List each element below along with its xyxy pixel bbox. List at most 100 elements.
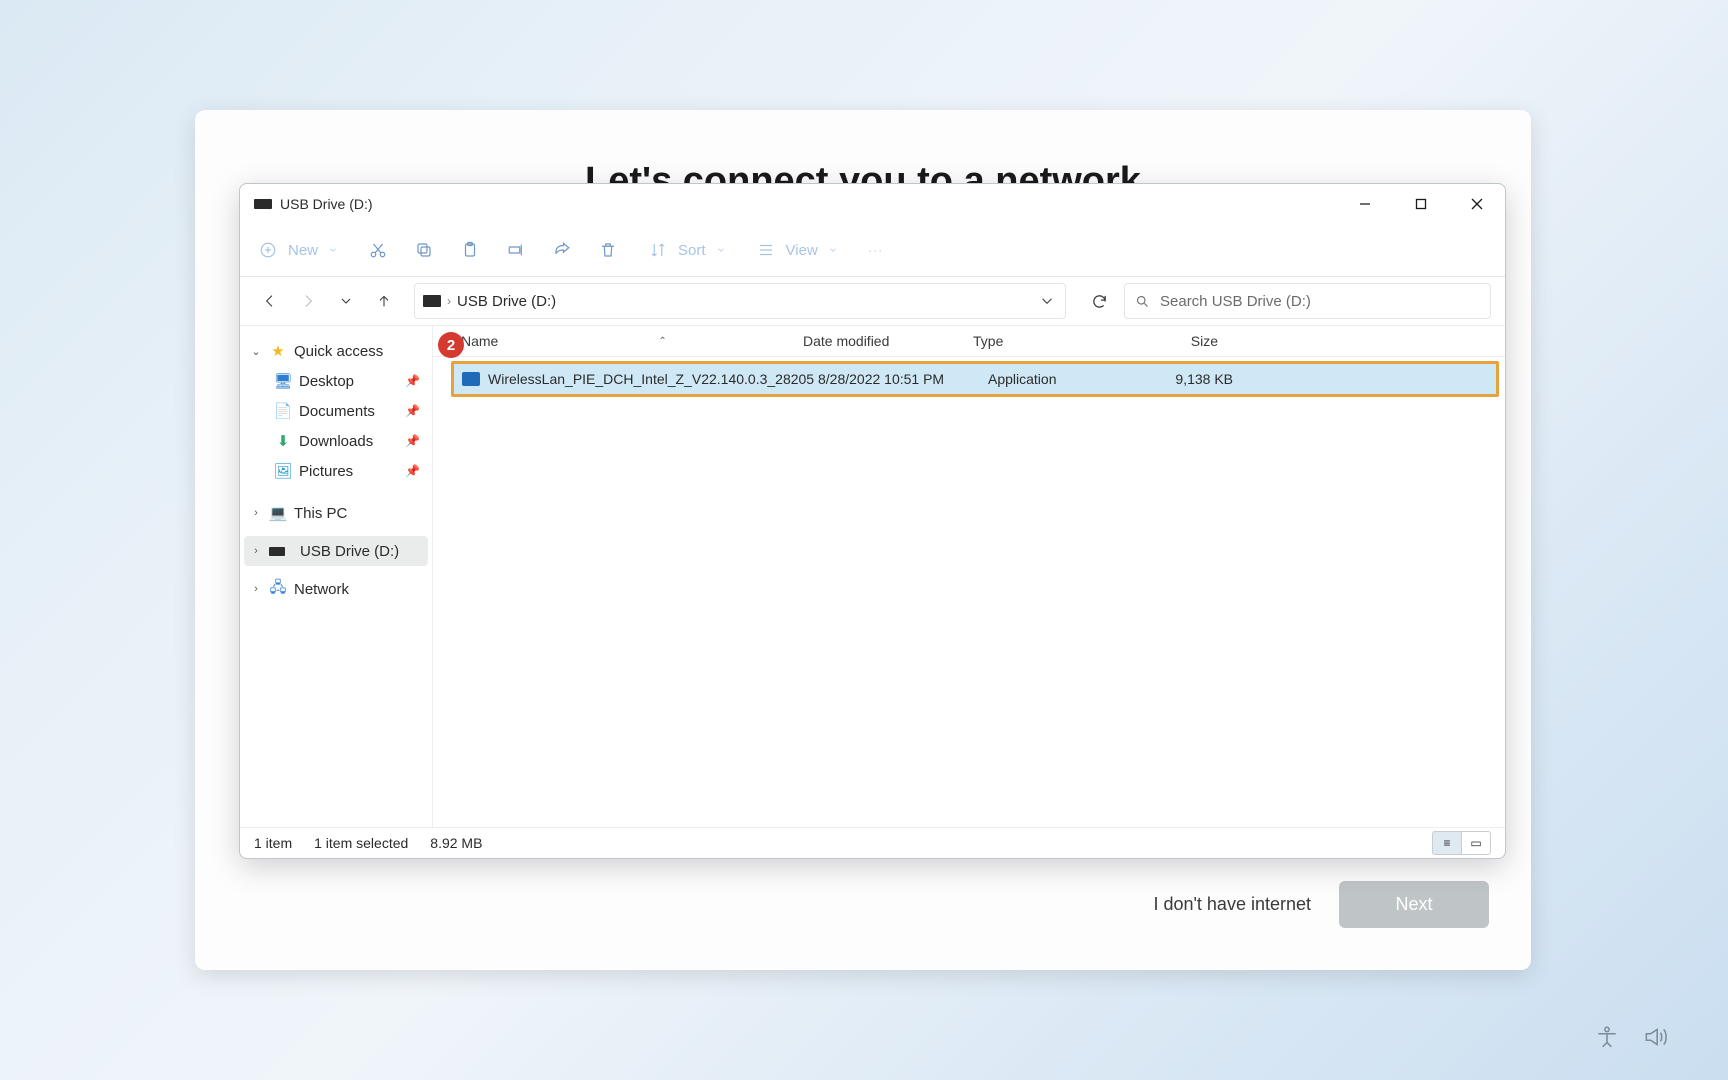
new-button[interactable]: New bbox=[258, 240, 338, 260]
column-headers: Name ⌃ Date modified Type Size bbox=[433, 326, 1505, 357]
rename-icon[interactable] bbox=[506, 240, 526, 260]
chevron-down-icon: ⌄ bbox=[250, 345, 262, 358]
recent-button[interactable] bbox=[330, 285, 362, 317]
sidebar-item-label: Downloads bbox=[299, 433, 373, 450]
chevron-right-icon: › bbox=[250, 583, 262, 595]
sort-label: Sort bbox=[678, 242, 706, 259]
breadcrumb-segment[interactable]: USB Drive (D:) bbox=[457, 293, 556, 310]
share-icon[interactable] bbox=[552, 240, 572, 260]
pin-icon: 📌 bbox=[405, 434, 420, 448]
search-placeholder: Search USB Drive (D:) bbox=[1160, 293, 1311, 310]
chevron-down-icon[interactable] bbox=[1037, 291, 1057, 311]
cut-icon[interactable] bbox=[368, 240, 388, 260]
sidebar-item-label: Network bbox=[294, 581, 349, 598]
sidebar-item-this-pc[interactable]: › 💻 This PC bbox=[244, 498, 428, 528]
new-label: New bbox=[288, 242, 318, 259]
breadcrumb-separator: › bbox=[447, 294, 451, 308]
view-icon bbox=[756, 240, 776, 260]
forward-button bbox=[292, 285, 324, 317]
navigation-bar: › USB Drive (D:) Search USB Drive (D:) bbox=[240, 277, 1505, 326]
column-name[interactable]: Name bbox=[461, 333, 498, 349]
sidebar-item-quick-access[interactable]: ⌄ ★ Quick access bbox=[244, 336, 428, 366]
status-bar: 1 item 1 item selected 8.92 MB ≡ ▭ bbox=[240, 827, 1505, 858]
drive-icon bbox=[254, 199, 272, 209]
file-row[interactable]: WirelessLan_PIE_DCH_Intel_Z_V22.140.0.3_… bbox=[454, 364, 1496, 394]
sidebar-item-pictures[interactable]: 🖼 Pictures 📌 bbox=[244, 456, 428, 486]
sidebar-item-network[interactable]: › 🖧 Network bbox=[244, 574, 428, 604]
pin-icon: 📌 bbox=[405, 404, 420, 418]
chevron-down-icon bbox=[328, 245, 338, 255]
column-type[interactable]: Type bbox=[973, 333, 1113, 349]
file-list-pane: 2 Name ⌃ Date modified Type Size Wireles… bbox=[433, 326, 1505, 827]
window-titlebar[interactable]: USB Drive (D:) bbox=[240, 184, 1505, 224]
system-tray bbox=[1594, 1024, 1668, 1055]
chevron-down-icon bbox=[828, 245, 838, 255]
annotation-highlight: WirelessLan_PIE_DCH_Intel_Z_V22.140.0.3_… bbox=[451, 361, 1499, 397]
downloads-icon: ⬇ bbox=[274, 432, 292, 450]
status-item-count: 1 item bbox=[254, 835, 292, 851]
chevron-right-icon: › bbox=[250, 507, 262, 519]
refresh-button[interactable] bbox=[1080, 284, 1118, 318]
view-label: View bbox=[786, 242, 818, 259]
sidebar-item-desktop[interactable]: 🖥 Desktop 📌 bbox=[244, 366, 428, 396]
sort-button[interactable]: Sort bbox=[648, 240, 726, 260]
close-button[interactable] bbox=[1449, 184, 1505, 224]
file-size: 9,138 KB bbox=[1128, 371, 1247, 387]
sidebar-item-downloads[interactable]: ⬇ Downloads 📌 bbox=[244, 426, 428, 456]
documents-icon: 📄 bbox=[274, 402, 292, 420]
minimize-button[interactable] bbox=[1337, 184, 1393, 224]
drive-icon bbox=[423, 295, 441, 307]
star-icon: ★ bbox=[269, 342, 287, 360]
sidebar-item-usb-drive[interactable]: › USB Drive (D:) bbox=[244, 536, 428, 566]
volume-icon[interactable] bbox=[1642, 1024, 1668, 1055]
pc-icon: 💻 bbox=[269, 504, 287, 522]
drive-icon bbox=[269, 547, 285, 556]
status-selected-size: 8.92 MB bbox=[430, 835, 482, 851]
window-title: USB Drive (D:) bbox=[280, 196, 373, 212]
file-date: 8/28/2022 10:51 PM bbox=[818, 371, 988, 387]
chevron-down-icon bbox=[716, 245, 726, 255]
column-size[interactable]: Size bbox=[1113, 333, 1232, 349]
network-icon: 🖧 bbox=[269, 580, 287, 598]
chevron-right-icon: › bbox=[250, 545, 262, 557]
plus-circle-icon bbox=[258, 240, 278, 260]
no-internet-link[interactable]: I don't have internet bbox=[1153, 894, 1311, 915]
details-view-button[interactable]: ≡ bbox=[1432, 831, 1461, 855]
delete-icon[interactable] bbox=[598, 240, 618, 260]
next-button[interactable]: Next bbox=[1339, 881, 1489, 928]
annotation-badge: 2 bbox=[438, 332, 464, 358]
up-button[interactable] bbox=[368, 285, 400, 317]
sort-indicator-icon: ⌃ bbox=[658, 336, 666, 347]
command-bar: New Sort View ··· bbox=[240, 224, 1505, 277]
thumbnails-view-button[interactable]: ▭ bbox=[1461, 831, 1491, 855]
desktop-icon: 🖥 bbox=[274, 372, 292, 390]
pin-icon: 📌 bbox=[405, 464, 420, 478]
address-bar[interactable]: › USB Drive (D:) bbox=[414, 283, 1066, 319]
search-icon bbox=[1135, 294, 1150, 309]
copy-icon[interactable] bbox=[414, 240, 434, 260]
sidebar-item-label: USB Drive (D:) bbox=[300, 543, 399, 560]
sidebar-item-label: Pictures bbox=[299, 463, 353, 480]
status-selected: 1 item selected bbox=[314, 835, 408, 851]
view-button[interactable]: View bbox=[756, 240, 838, 260]
more-button[interactable]: ··· bbox=[868, 242, 883, 259]
pictures-icon: 🖼 bbox=[274, 462, 292, 480]
application-icon bbox=[462, 372, 480, 386]
file-type: Application bbox=[988, 371, 1128, 387]
search-box[interactable]: Search USB Drive (D:) bbox=[1124, 283, 1491, 319]
sidebar-item-documents[interactable]: 📄 Documents 📌 bbox=[244, 396, 428, 426]
column-date[interactable]: Date modified bbox=[803, 333, 973, 349]
file-name: WirelessLan_PIE_DCH_Intel_Z_V22.140.0.3_… bbox=[488, 371, 818, 387]
maximize-button[interactable] bbox=[1393, 184, 1449, 224]
back-button[interactable] bbox=[254, 285, 286, 317]
file-explorer-window: USB Drive (D:) New bbox=[239, 183, 1506, 859]
sidebar-item-label: Quick access bbox=[294, 343, 383, 360]
sidebar-item-label: This PC bbox=[294, 505, 347, 522]
sidebar-item-label: Documents bbox=[299, 403, 375, 420]
navigation-pane: ⌄ ★ Quick access 🖥 Desktop 📌 📄 Documents… bbox=[240, 326, 433, 827]
paste-icon bbox=[460, 240, 480, 260]
more-label: ··· bbox=[868, 242, 883, 259]
oobe-actions: I don't have internet Next bbox=[1153, 881, 1489, 928]
sort-icon bbox=[648, 240, 668, 260]
accessibility-icon[interactable] bbox=[1594, 1024, 1620, 1055]
